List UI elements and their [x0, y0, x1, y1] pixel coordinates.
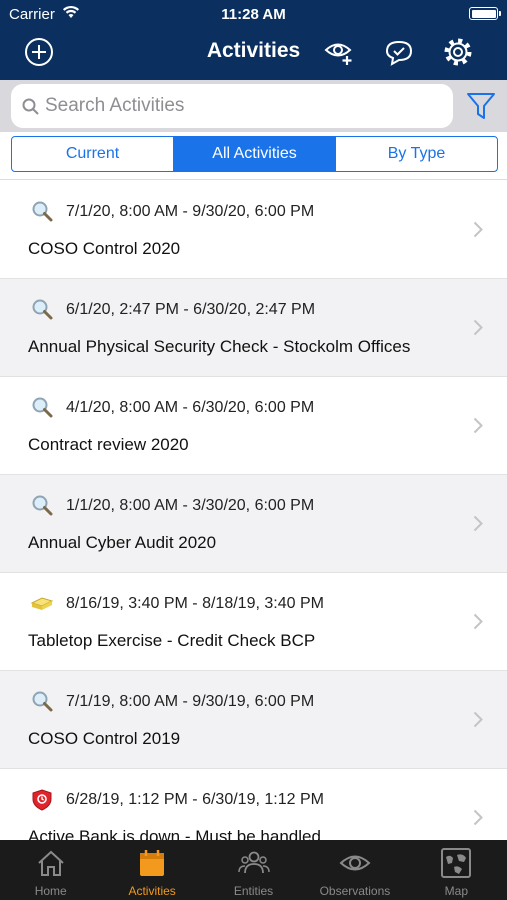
- activity-dates: 7/1/19, 8:00 AM - 9/30/19, 6:00 PM: [66, 693, 315, 710]
- people-icon: [237, 851, 270, 874]
- segment-current[interactable]: Current: [12, 137, 174, 171]
- segment-bar: Current All Activities By Type: [0, 132, 507, 180]
- activity-title: COSO Control 2019: [28, 729, 181, 748]
- tab-activities[interactable]: Activities: [101, 840, 202, 900]
- list-item[interactable]: 7/1/20, 8:00 AM - 9/30/20, 6:00 PM COSO …: [0, 181, 507, 279]
- list-item[interactable]: 4/1/20, 8:00 AM - 6/30/20, 6:00 PM Contr…: [0, 377, 507, 475]
- tab-home[interactable]: Home: [0, 840, 101, 900]
- activity-title: Contract review 2020: [28, 435, 189, 454]
- chevron-right-icon: [473, 809, 483, 826]
- filter-icon[interactable]: [466, 90, 496, 122]
- calendar-icon: [140, 850, 165, 876]
- activity-dates: 6/28/19, 1:12 PM - 6/30/19, 1:12 PM: [66, 791, 324, 808]
- search-icon: [22, 98, 39, 115]
- search-bar: [0, 80, 507, 132]
- activity-title: Active Bank is down - Must be handled: [28, 827, 321, 840]
- tab-entities[interactable]: Entities: [203, 840, 304, 900]
- list-item[interactable]: 6/1/20, 2:47 PM - 6/30/20, 2:47 PM Annua…: [0, 279, 507, 377]
- chevron-right-icon: [473, 515, 483, 532]
- magnifier-icon: [32, 299, 53, 320]
- activity-dates: 7/1/20, 8:00 AM - 9/30/20, 6:00 PM: [66, 203, 315, 220]
- settings-button[interactable]: [442, 36, 474, 68]
- segment-by-type[interactable]: By Type: [336, 137, 497, 171]
- activity-title: Tabletop Exercise - Credit Check BCP: [28, 631, 316, 650]
- home-icon: [38, 850, 64, 876]
- activity-dates: 4/1/20, 8:00 AM - 6/30/20, 6:00 PM: [66, 399, 315, 416]
- gear-icon: [444, 38, 472, 66]
- chat-check-icon: [385, 40, 413, 66]
- messages-button[interactable]: [383, 36, 415, 68]
- tabletop-icon: [30, 597, 54, 610]
- eye-plus-icon: [324, 43, 352, 65]
- list-item[interactable]: 6/28/19, 1:12 PM - 6/30/19, 1:12 PM Acti…: [0, 769, 507, 840]
- magnifier-icon: [32, 201, 53, 222]
- magnifier-icon: [32, 691, 53, 712]
- list-item[interactable]: 8/16/19, 3:40 PM - 8/18/19, 3:40 PM Tabl…: [0, 573, 507, 671]
- clock: 11:28 AM: [221, 6, 286, 23]
- tab-label: Map: [444, 884, 468, 898]
- tab-label: Observations: [319, 884, 391, 898]
- chevron-right-icon: [473, 613, 483, 630]
- status-bar: Carrier 11:28 AM: [0, 0, 507, 28]
- chevron-right-icon: [473, 417, 483, 434]
- search-field[interactable]: [11, 84, 453, 128]
- list-item[interactable]: 1/1/20, 8:00 AM - 3/30/20, 6:00 PM Annua…: [0, 475, 507, 573]
- map-icon: [441, 848, 472, 878]
- activity-list: 7/1/20, 8:00 AM - 9/30/20, 6:00 PM COSO …: [0, 181, 507, 840]
- activity-title: COSO Control 2020: [28, 239, 181, 258]
- tab-map[interactable]: Map: [406, 840, 507, 900]
- magnifier-icon: [32, 495, 53, 516]
- battery-icon: [469, 7, 501, 20]
- chevron-right-icon: [473, 711, 483, 728]
- eye-icon: [339, 855, 371, 871]
- tab-bar: Home Activities Entities Observations Ma…: [0, 840, 507, 900]
- list-item[interactable]: 7/1/19, 8:00 AM - 9/30/19, 6:00 PM COSO …: [0, 671, 507, 769]
- segment-all-activities[interactable]: All Activities: [174, 137, 336, 171]
- page-title: Activities: [206, 39, 301, 62]
- add-observation-button[interactable]: [323, 36, 355, 68]
- tab-observations[interactable]: Observations: [304, 840, 405, 900]
- shield-icon: [32, 789, 52, 811]
- search-input[interactable]: [45, 84, 445, 128]
- top-bar: Carrier 11:28 AM Activities: [0, 0, 507, 80]
- tab-label: Home: [34, 884, 67, 898]
- segmented-control: Current All Activities By Type: [11, 136, 498, 172]
- activity-dates: 1/1/20, 8:00 AM - 3/30/20, 6:00 PM: [66, 497, 315, 514]
- chevron-right-icon: [473, 319, 483, 336]
- activity-title: Annual Cyber Audit 2020: [28, 533, 217, 552]
- tab-label: Entities: [233, 884, 274, 898]
- activity-title: Annual Physical Security Check - Stockol…: [28, 337, 411, 356]
- activity-dates: 8/16/19, 3:40 PM - 8/18/19, 3:40 PM: [66, 595, 324, 612]
- magnifier-icon: [32, 397, 53, 418]
- tab-label: Activities: [128, 884, 176, 898]
- chevron-right-icon: [473, 221, 483, 238]
- activity-dates: 6/1/20, 2:47 PM - 6/30/20, 2:47 PM: [66, 301, 316, 318]
